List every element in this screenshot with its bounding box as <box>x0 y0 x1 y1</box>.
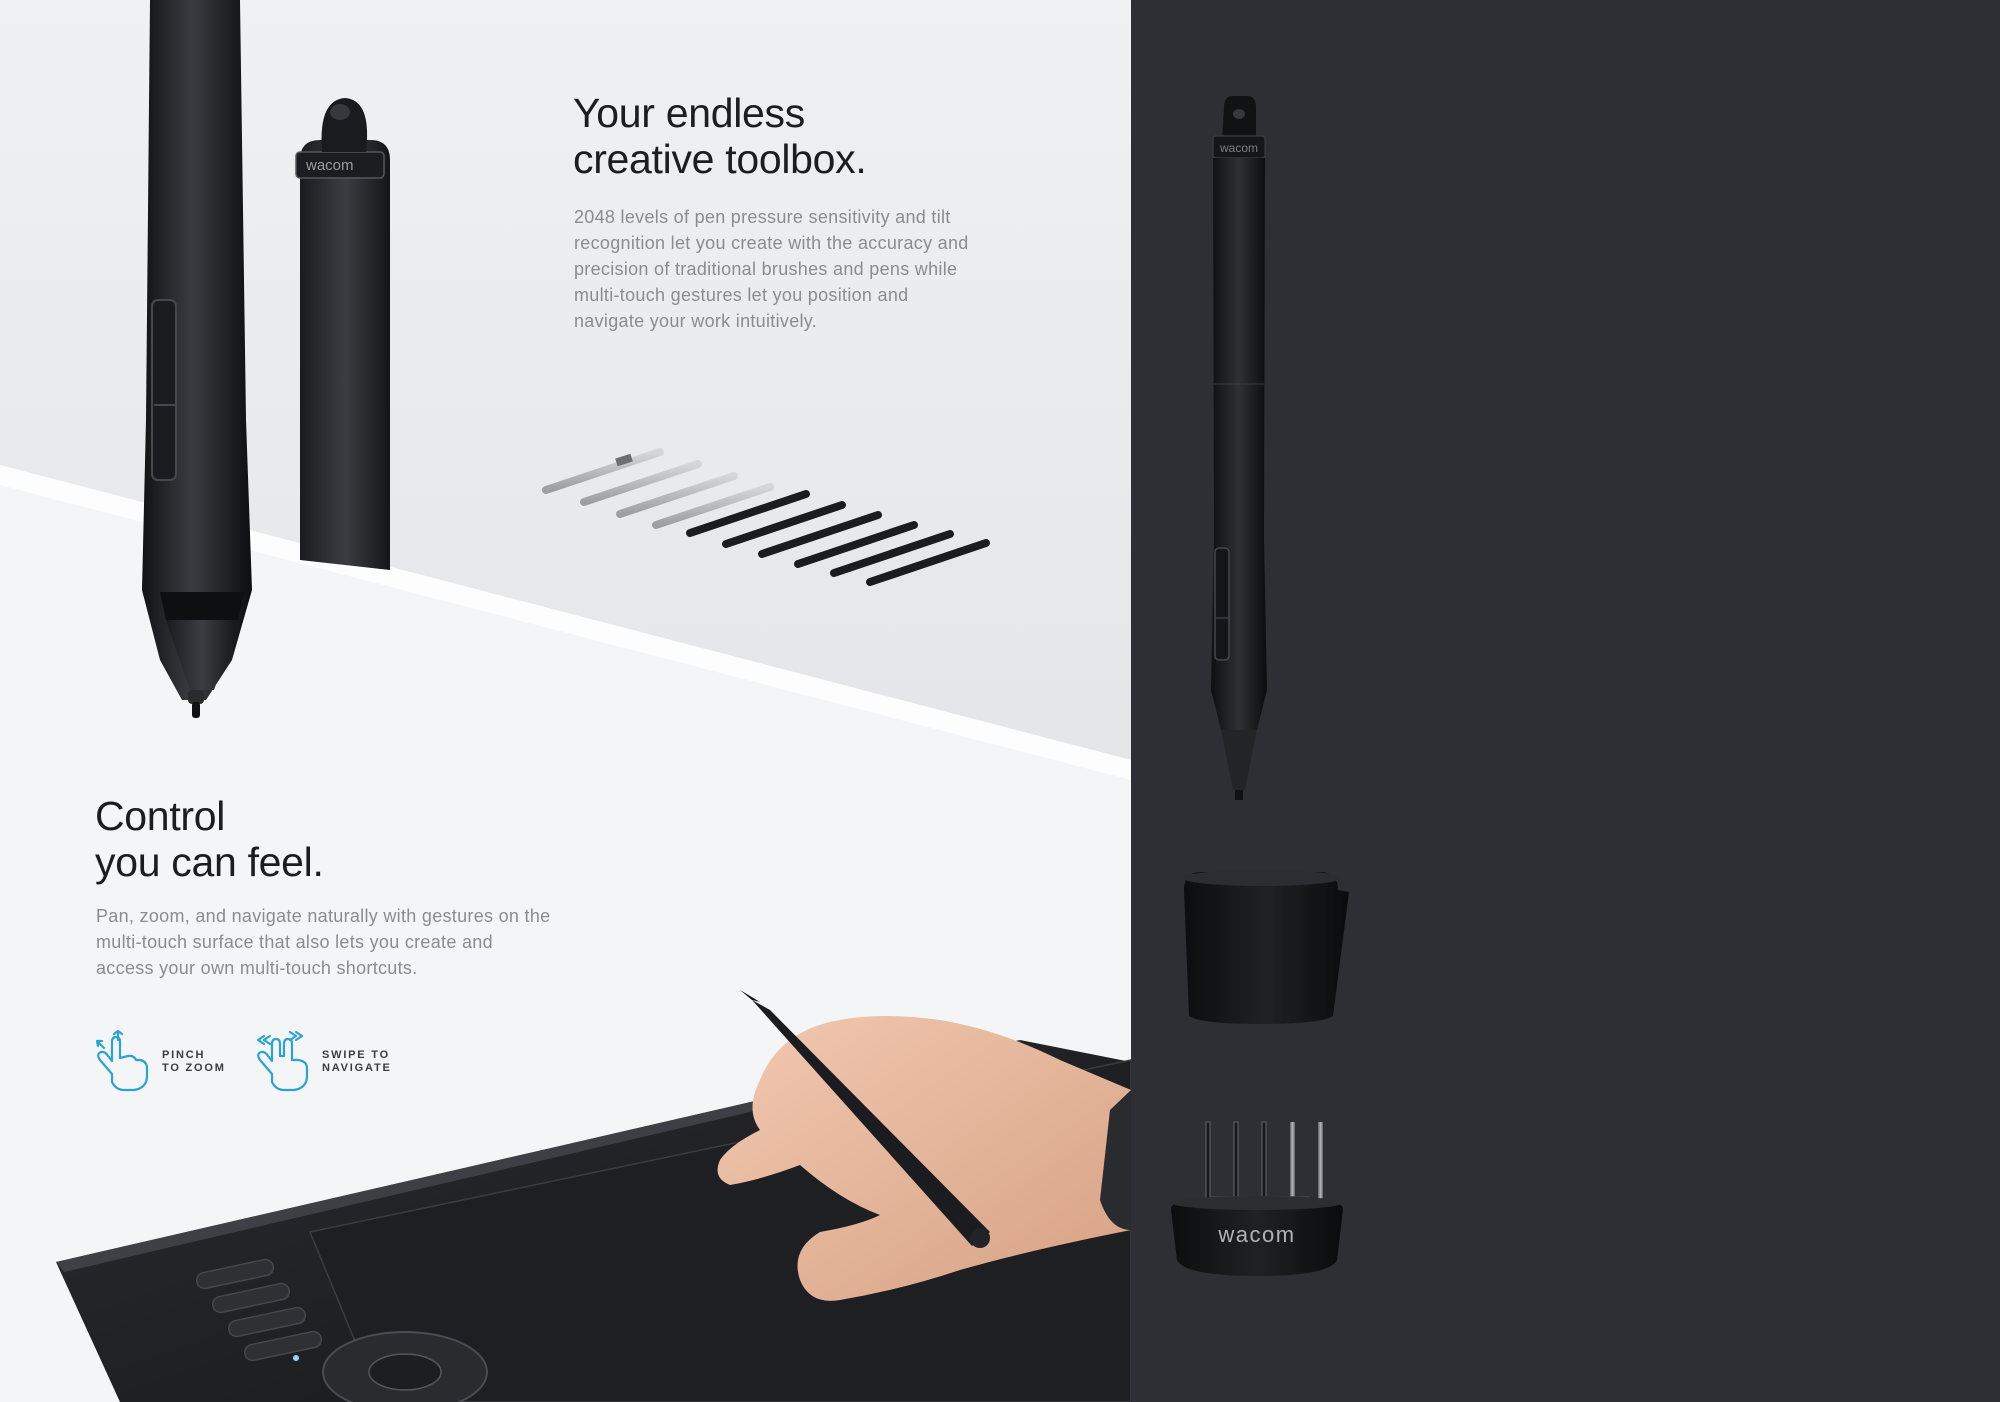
nib-holder-logo: wacom <box>1217 1222 1295 1247</box>
left-feature-panel: wacom Your endless creative toolbox. 204… <box>0 0 1131 1402</box>
toolbox-heading-line2: creative toolbox. <box>573 136 867 182</box>
svg-text:wacom: wacom <box>305 157 354 174</box>
toolbox-heading-line1: Your endless <box>573 90 805 136</box>
gesture-swipe-label-line2: NAVIGATE <box>322 1062 392 1074</box>
stylus-full: wacom <box>1211 96 1267 800</box>
toolbox-heading: Your endless creative toolbox. <box>573 90 993 182</box>
control-description: Pan, zoom, and navigate naturally with g… <box>96 906 551 978</box>
gesture-swipe-label: SWIPE TO NAVIGATE <box>322 1049 392 1075</box>
gesture-swipe-label-line1: SWIPE TO <box>322 1049 390 1061</box>
gesture-pinch-label: PINCH TO ZOOM <box>162 1049 232 1075</box>
pen-and-accessories-illustration: wacom wacom <box>1171 96 1349 1276</box>
control-heading: Control you can feel. <box>95 793 515 885</box>
pinch-gesture-icon <box>95 1030 149 1092</box>
control-heading-line1: Control <box>95 793 226 839</box>
swipe-gesture-icon <box>256 1030 309 1092</box>
pen-closeup <box>142 0 252 718</box>
right-product-panel: wacom wacom <box>1131 0 2000 1402</box>
pen-stand-cup <box>1182 870 1349 1024</box>
nib-holder-base: wacom <box>1171 1121 1343 1276</box>
gesture-pinch-label-line1: PINCH <box>162 1049 206 1061</box>
gesture-pinch-to-zoom: PINCH TO ZOOM <box>90 1030 232 1094</box>
gesture-swipe-to-navigate: SWIPE TO NAVIGATE <box>250 1030 392 1094</box>
toolbox-description: 2048 levels of pen pressure sensitivity … <box>574 207 969 331</box>
pen-eraser-end: wacom <box>295 98 390 570</box>
stylus-logo: wacom <box>1219 141 1258 155</box>
gesture-pinch-label-line2: TO ZOOM <box>162 1062 226 1074</box>
control-heading-line2: you can feel. <box>95 839 324 885</box>
